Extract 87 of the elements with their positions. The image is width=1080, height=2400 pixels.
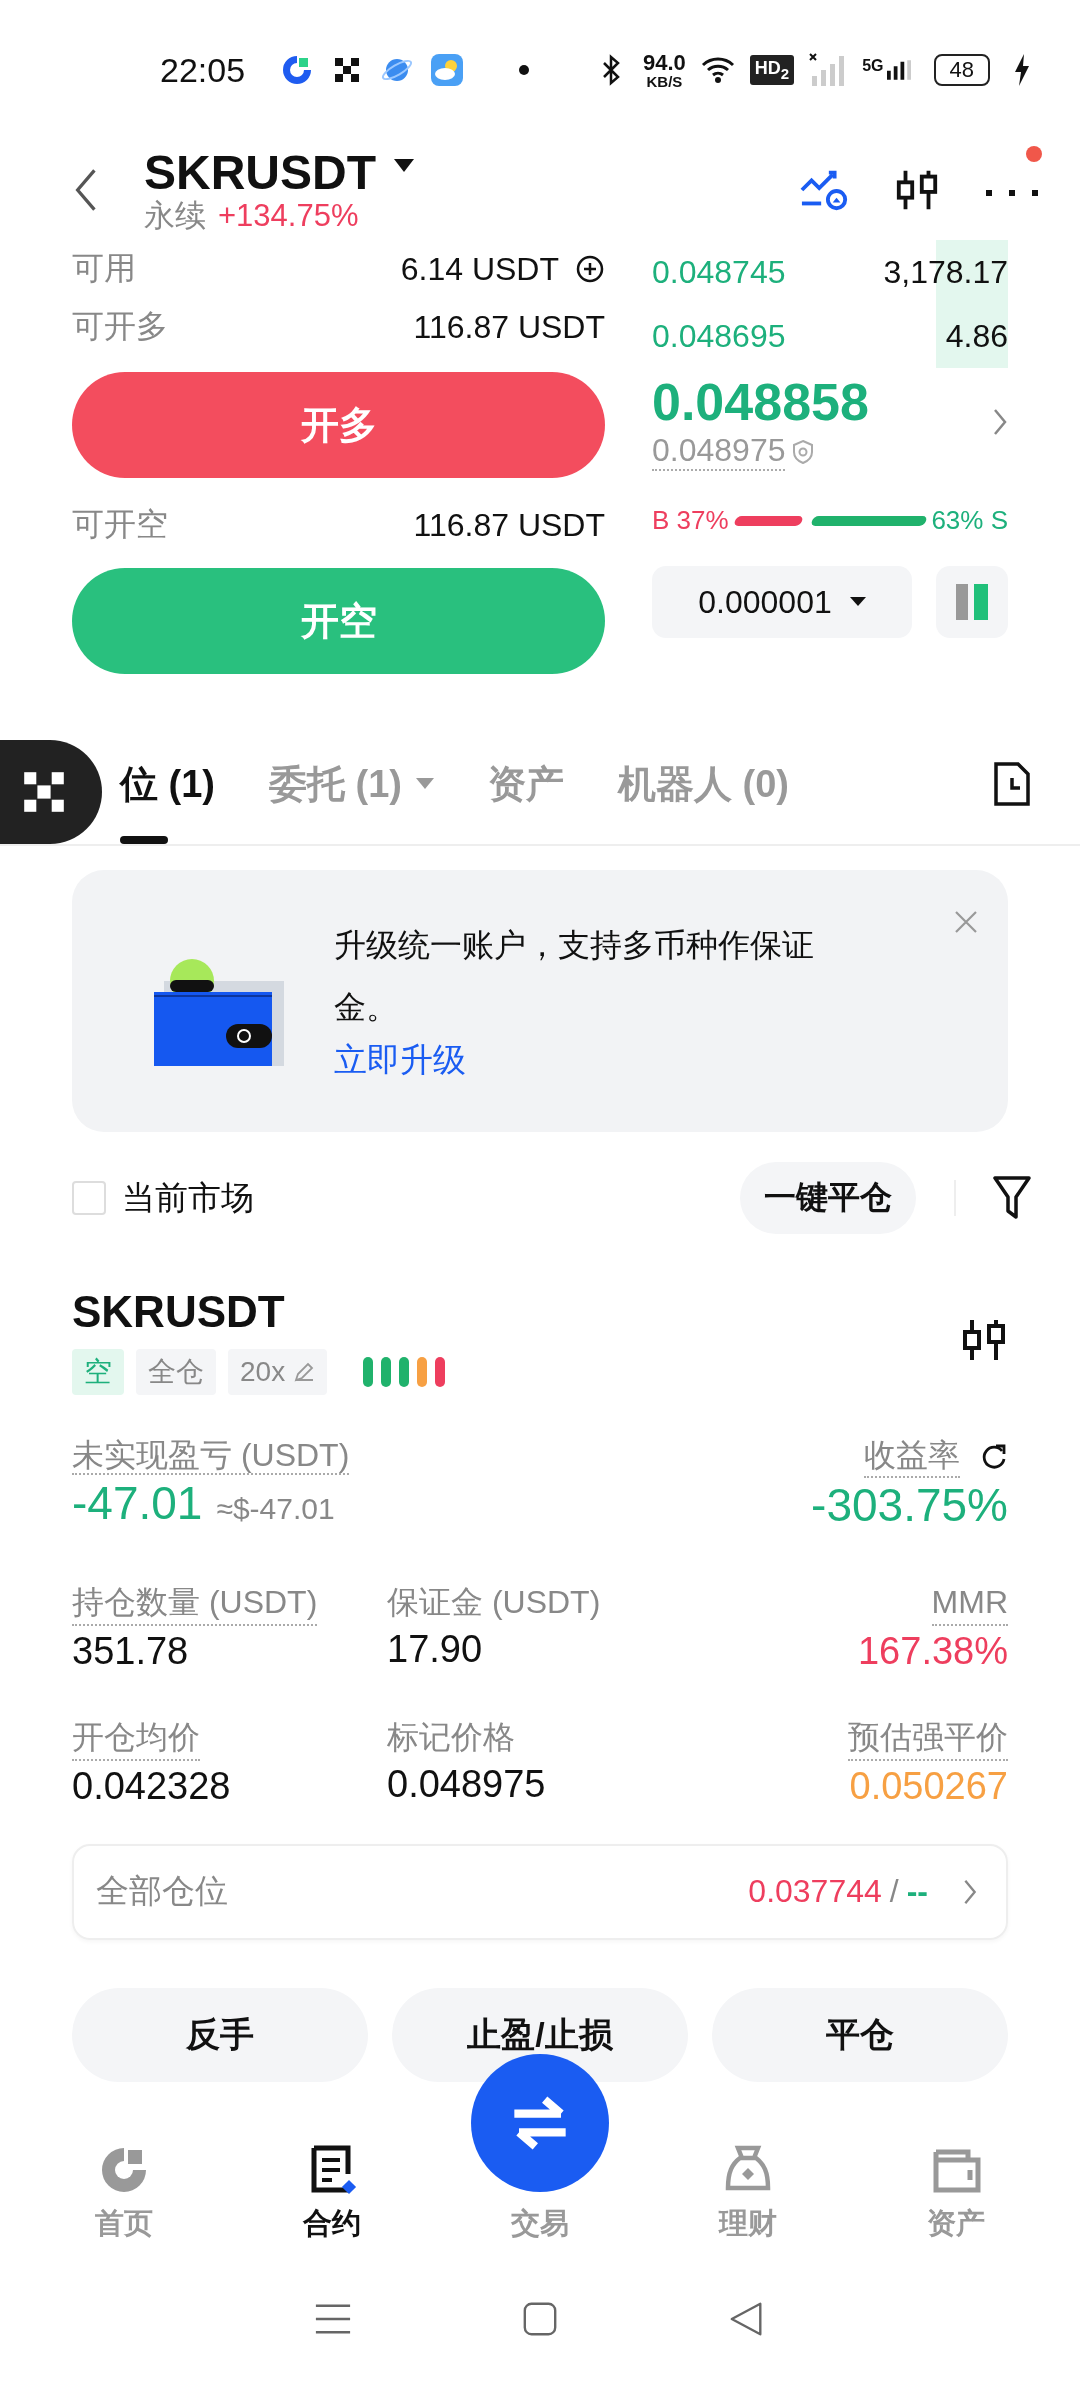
floating-button[interactable]	[0, 740, 102, 844]
margin-mode-tag: 全仓	[136, 1348, 216, 1395]
checker-icon	[22, 770, 66, 814]
edit-icon	[293, 1360, 316, 1383]
metric-value: 0.048975	[387, 1762, 547, 1806]
available-label: 可用	[72, 249, 136, 288]
status-time: 22:05	[160, 50, 246, 90]
max-short-value: 116.87 USDT	[413, 506, 605, 544]
position-action-button[interactable]: 反手	[72, 1987, 368, 2082]
max-short-label: 可开空	[72, 505, 168, 544]
hd-badge: HD$_{2}$	[749, 55, 795, 85]
metric-label: 标记价格	[387, 1718, 515, 1757]
leverage-tag[interactable]: 20x	[228, 1348, 328, 1395]
net-unit: KB/S	[646, 73, 683, 89]
symbol-title[interactable]: SKRUSDT	[144, 146, 376, 200]
battery-level: 48	[933, 54, 990, 86]
network-type: 5G	[862, 57, 884, 75]
add-icon[interactable]	[575, 254, 605, 284]
refresh-icon[interactable]	[980, 1442, 1008, 1471]
price-change: +134.75%	[218, 199, 359, 234]
bid-size: 4.86	[945, 317, 1008, 355]
buy-bar	[732, 515, 804, 526]
stop-loss-price: --	[906, 1873, 928, 1911]
current-market-label: 当前市场	[122, 1177, 254, 1218]
open-short-button[interactable]: 开空	[72, 568, 605, 674]
contract-type: 永续	[144, 199, 206, 234]
dot-icon	[519, 65, 530, 75]
history-icon[interactable]	[992, 761, 1032, 807]
tab[interactable]: 资产	[488, 724, 564, 844]
all-positions-label: 全部仓位	[96, 1871, 228, 1912]
side-tag: 空	[72, 1348, 124, 1395]
metric-value: 0.050267	[849, 1764, 1008, 1808]
position-action-button[interactable]: 止盈/止损	[392, 1987, 688, 2082]
bid-price[interactable]: 0.048695	[652, 317, 786, 355]
upgrade-link[interactable]: 立即升级	[334, 1038, 466, 1083]
unrealized-pnl: -47.01	[72, 1476, 203, 1531]
caret-icon[interactable]	[394, 158, 414, 173]
metric-label: 保证金 (USDT)	[387, 1583, 601, 1623]
banner-message: 升级统一账户，支持多币种作保证金。	[334, 926, 815, 1027]
metric-value: 167.38%	[858, 1630, 1008, 1673]
metric-label: 开仓均价	[72, 1717, 200, 1761]
weather-icon	[429, 52, 466, 88]
buy-ratio: B 37%	[652, 505, 729, 536]
open-long-button[interactable]: 开多	[72, 372, 605, 478]
position-symbol: SKRUSDT	[72, 1286, 286, 1338]
nav-item[interactable]: 首页	[20, 2143, 228, 2244]
bid-price[interactable]: 0.048745	[652, 253, 786, 291]
tab[interactable]: 位 (1)	[120, 724, 215, 844]
all-positions-row[interactable]: 全部仓位 0.037744 / --	[72, 1843, 1008, 1940]
chevron-right-icon	[962, 1877, 978, 1906]
position-action-button[interactable]: 平仓	[712, 1987, 1008, 2082]
net-speed: 94.0	[643, 51, 686, 74]
pnl-usd: ≈$-47.01	[216, 1492, 335, 1527]
nav-item[interactable]: 理财	[644, 2143, 852, 2244]
metric-value: 17.90	[387, 1628, 484, 1671]
max-long-value: 116.87 USDT	[413, 308, 605, 346]
bid-size: 3,178.17	[883, 253, 1008, 291]
max-long-label: 可开多	[72, 307, 168, 346]
nav-item[interactable]: 合约	[228, 2143, 436, 2244]
layout-toggle-button[interactable]	[936, 566, 1008, 638]
take-profit-price: 0.037744	[748, 1873, 882, 1911]
mark-price: 0.048975	[652, 432, 786, 471]
caret-icon	[849, 597, 866, 607]
unrealized-pnl-label[interactable]: 未实现盈亏 (USDT)	[72, 1436, 350, 1475]
roe-value: -303.75%	[811, 1478, 1008, 1533]
precision-dropdown[interactable]: 0.000001	[652, 566, 912, 638]
nav-item[interactable]: 资产	[852, 2143, 1060, 2244]
split-view-icon	[954, 582, 990, 622]
roe-label[interactable]: 收益率	[864, 1434, 960, 1479]
tab[interactable]: 机器人 (0)	[618, 724, 789, 844]
close-all-button[interactable]: 一键平仓	[740, 1162, 916, 1234]
available-value: 6.14 USDT	[400, 250, 559, 288]
orderbook-row[interactable]: 0.048745 3,178.17	[652, 240, 1008, 304]
orderbook-row[interactable]: 0.048695 4.86	[652, 304, 1008, 368]
metric-value: 351.78	[72, 1630, 190, 1673]
tab[interactable]: 委托 (1)	[269, 724, 434, 844]
metric-label: 预估强平价	[848, 1717, 1008, 1761]
metric-label: 持仓数量 (USDT)	[72, 1582, 318, 1626]
close-icon[interactable]	[954, 910, 978, 934]
checkbox[interactable]	[72, 1181, 106, 1215]
metric-value: 0.042328	[72, 1764, 232, 1808]
filter-icon[interactable]	[992, 1175, 1032, 1221]
last-price: 0.048858	[652, 372, 869, 432]
shield-icon	[791, 438, 816, 465]
metric-label: MMR	[931, 1582, 1008, 1626]
separator-slash: /	[889, 1873, 899, 1911]
sell-ratio: 63% S	[931, 505, 1008, 536]
